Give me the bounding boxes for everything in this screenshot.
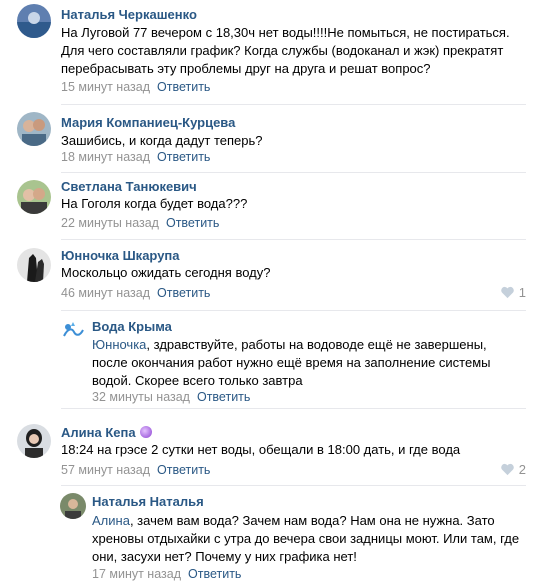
comment-meta: 15 минут назад Ответить	[61, 79, 210, 95]
reply-button[interactable]: Ответить	[157, 150, 210, 164]
mention-link[interactable]: Алина	[92, 513, 130, 528]
mention-link[interactable]: Юнночка	[92, 337, 146, 352]
divider	[61, 310, 526, 311]
comment-time[interactable]: 22 минуты назад	[61, 216, 159, 230]
comment-author: Алина Кепа	[61, 425, 152, 440]
reply-button[interactable]: Ответить	[166, 216, 219, 230]
avatar[interactable]	[17, 112, 51, 146]
reply-button[interactable]: Ответить	[157, 463, 210, 477]
comment: Юнночка Шкарупа Москольцо ожидать сегодн…	[0, 240, 543, 310]
reply-comment: Наталья Наталья Алина, зачем вам вода? З…	[0, 485, 543, 588]
comment-author[interactable]: Юнночка Шкарупа	[61, 248, 180, 263]
gift-badge-icon	[139, 426, 152, 438]
heart-icon	[500, 463, 514, 476]
comment-author[interactable]: Наталья Черкашенко	[61, 7, 197, 22]
comment-text: 18:24 на грэсе 2 сутки нет воды, обещали…	[61, 442, 461, 457]
like-count: 1	[518, 285, 526, 300]
comment-time[interactable]: 15 минут назад	[61, 80, 150, 94]
comment-text: Москольцо ожидать сегодня воду?	[61, 265, 271, 280]
author-name[interactable]: Алина Кепа	[61, 425, 136, 440]
comment-meta: 46 минут назад Ответить	[61, 285, 210, 301]
reply-text: , здравствуйте, работы на водоводе ещё н…	[92, 337, 491, 388]
avatar[interactable]	[17, 248, 51, 282]
comment-author[interactable]: Вода Крыма	[92, 319, 172, 334]
reply-comment: Вода Крыма Юнночка, здравствуйте, работы…	[0, 310, 543, 405]
like-button[interactable]: 1	[500, 285, 526, 300]
comment: Мария Компаниец-Курцева Зашибись, и когд…	[0, 105, 543, 172]
comment-meta: 57 минут назад Ответить	[61, 462, 210, 478]
comment-text: Юнночка, здравствуйте, работы на водовод…	[92, 336, 520, 390]
reply-button[interactable]: Ответить	[188, 567, 241, 581]
comment-time[interactable]: 32 минуты назад	[92, 390, 190, 404]
comment-meta: 17 минут назад Ответить	[92, 566, 241, 582]
comment-time[interactable]: 57 минут назад	[61, 463, 150, 477]
avatar[interactable]	[60, 493, 86, 519]
avatar[interactable]	[60, 318, 86, 344]
avatar[interactable]	[17, 180, 51, 214]
comment-text: На Луговой 77 вечером с 18,30ч нет воды!…	[61, 25, 510, 76]
comment-text: Зашибись, и когда дадут теперь?	[61, 133, 263, 148]
comment-meta: 18 минут назад Ответить	[61, 149, 210, 165]
heart-icon	[500, 286, 514, 299]
comment-text: Алина, зачем вам вода? Зачем нам вода? Н…	[92, 512, 522, 566]
comment-author[interactable]: Светлана Танюкевич	[61, 179, 197, 194]
avatar[interactable]	[17, 424, 51, 458]
comment-meta: 22 минуты назад Ответить	[61, 215, 219, 231]
comment-time[interactable]: 46 минут назад	[61, 286, 150, 300]
reply-button[interactable]: Ответить	[157, 80, 210, 94]
comment-text: На Гоголя когда будет вода???	[61, 196, 248, 211]
comment-author[interactable]: Наталья Наталья	[92, 494, 204, 509]
reply-text: , зачем вам вода? Зачем нам вода? Нам он…	[92, 513, 520, 564]
comment-time[interactable]: 17 минут назад	[92, 567, 181, 581]
comment-time[interactable]: 18 минут назад	[61, 150, 150, 164]
like-count: 2	[518, 462, 526, 477]
comment: Светлана Танюкевич На Гоголя когда будет…	[0, 173, 543, 239]
divider	[61, 485, 526, 486]
reply-button[interactable]: Ответить	[197, 390, 250, 404]
comment-author[interactable]: Мария Компаниец-Курцева	[61, 115, 235, 130]
reply-button[interactable]: Ответить	[157, 286, 210, 300]
like-button[interactable]: 2	[500, 462, 526, 477]
comment: Наталья Черкашенко На Луговой 77 вечером…	[0, 0, 543, 104]
comment-meta: 32 минуты назад Ответить	[92, 389, 250, 405]
comment: Алина Кепа 18:24 на грэсе 2 сутки нет во…	[0, 409, 543, 485]
water-logo-icon	[60, 318, 86, 344]
avatar[interactable]	[17, 4, 51, 38]
